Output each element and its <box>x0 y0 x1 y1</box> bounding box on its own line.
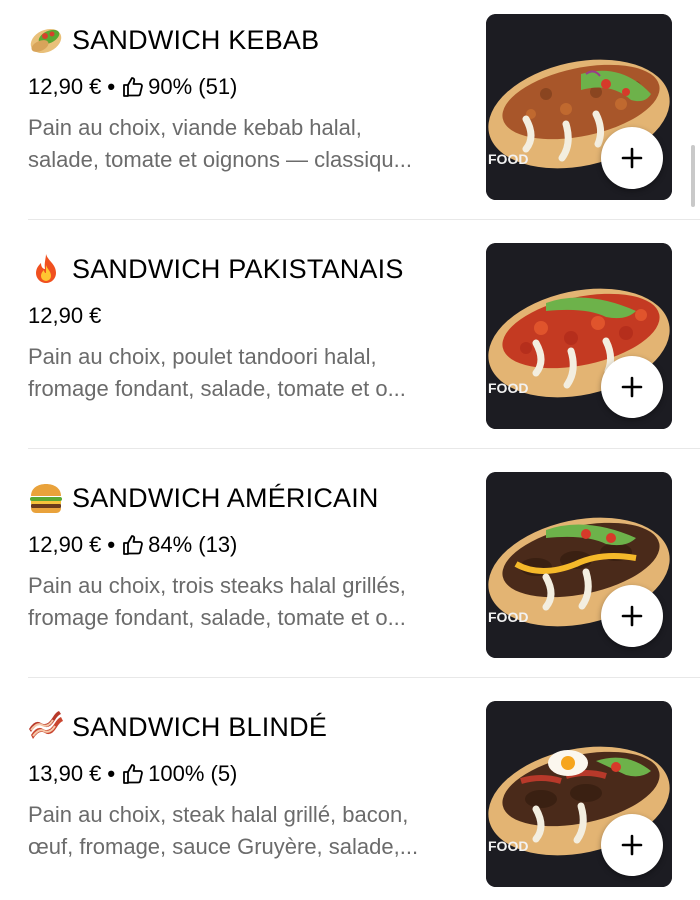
menu-item-sandwich-americain[interactable]: SANDWICH AMÉRICAIN 12,90 € • 84% (13) Pa… <box>0 458 700 687</box>
description-line: fromage fondant, salade, tomate et o... <box>28 605 406 630</box>
scrollbar[interactable] <box>691 145 695 207</box>
menu-item-sandwich-pakistanais[interactable]: SANDWICH PAKISTANAIS 12,90 € Pain au cho… <box>0 229 700 458</box>
menu-item-sandwich-blinde[interactable]: SANDWICH BLINDÉ 13,90 € • 100% (5) Pain … <box>0 687 700 900</box>
item-description: Pain au choix, viande kebab halal, salad… <box>28 112 468 176</box>
item-description: Pain au choix, trois steaks halal grillé… <box>28 570 468 634</box>
add-to-cart-button[interactable] <box>601 585 663 647</box>
plus-icon <box>621 147 643 169</box>
menu-list: SANDWICH KEBAB 12,90 € • 90% (51) Pain a… <box>0 0 700 900</box>
separator: • <box>107 532 116 557</box>
burrito-icon <box>30 28 62 54</box>
item-title: SANDWICH PAKISTANAIS <box>72 253 404 284</box>
description-line: salade, tomate et oignons — classiqu... <box>28 147 412 172</box>
thumbs-up-icon <box>123 535 143 555</box>
item-meta: 12,90 € <box>28 303 101 329</box>
item-price: 12,90 € <box>28 74 102 99</box>
separator: • <box>107 74 116 99</box>
item-rating: 100% (5) <box>148 761 238 786</box>
plus-icon <box>621 605 643 627</box>
item-title: SANDWICH AMÉRICAIN <box>72 482 379 513</box>
item-price: 12,90 € <box>28 303 102 328</box>
item-title-row: SANDWICH PAKISTANAIS <box>28 253 404 285</box>
thumbs-up-icon <box>123 77 143 97</box>
item-title-row: SANDWICH KEBAB <box>28 24 319 56</box>
separator: • <box>107 761 116 786</box>
fire-icon <box>36 254 56 283</box>
description-line: Pain au choix, viande kebab halal, <box>28 115 362 140</box>
divider <box>28 219 700 220</box>
thumbs-up-icon <box>123 764 143 784</box>
item-meta: 12,90 € • 90% (51) <box>28 74 237 100</box>
add-to-cart-button[interactable] <box>601 814 663 876</box>
item-meta: 12,90 € • 84% (13) <box>28 532 237 558</box>
plus-icon <box>621 834 643 856</box>
plus-icon <box>621 376 643 398</box>
photo-brand-text: FOOD <box>488 609 528 625</box>
add-to-cart-button[interactable] <box>601 127 663 189</box>
item-rating: 90% (51) <box>148 74 238 99</box>
burger-icon <box>30 484 62 513</box>
item-meta: 13,90 € • 100% (5) <box>28 761 237 787</box>
item-rating: 84% (13) <box>148 532 238 557</box>
divider <box>28 448 700 449</box>
description-line: Pain au choix, trois steaks halal grillé… <box>28 573 406 598</box>
item-price: 13,90 € <box>28 761 102 786</box>
divider <box>28 677 700 678</box>
photo-brand-text: FOOD <box>488 838 528 854</box>
bacon-icon <box>29 711 63 739</box>
photo-brand-text: FOOD <box>488 151 528 167</box>
item-description: Pain au choix, poulet tandoori halal, fr… <box>28 341 468 405</box>
description-line: Pain au choix, steak halal grillé, bacon… <box>28 802 409 827</box>
item-description: Pain au choix, steak halal grillé, bacon… <box>28 799 468 863</box>
item-title: SANDWICH BLINDÉ <box>72 711 328 742</box>
item-title: SANDWICH KEBAB <box>72 24 320 55</box>
add-to-cart-button[interactable] <box>601 356 663 418</box>
item-price: 12,90 € <box>28 532 102 557</box>
item-title-row: SANDWICH BLINDÉ <box>28 711 327 743</box>
menu-item-sandwich-kebab[interactable]: SANDWICH KEBAB 12,90 € • 90% (51) Pain a… <box>0 0 700 229</box>
description-line: œuf, fromage, sauce Gruyère, salade,... <box>28 834 419 859</box>
photo-brand-text: FOOD <box>488 380 528 396</box>
description-line: fromage fondant, salade, tomate et o... <box>28 376 406 401</box>
item-title-row: SANDWICH AMÉRICAIN <box>28 482 379 514</box>
description-line: Pain au choix, poulet tandoori halal, <box>28 344 377 369</box>
